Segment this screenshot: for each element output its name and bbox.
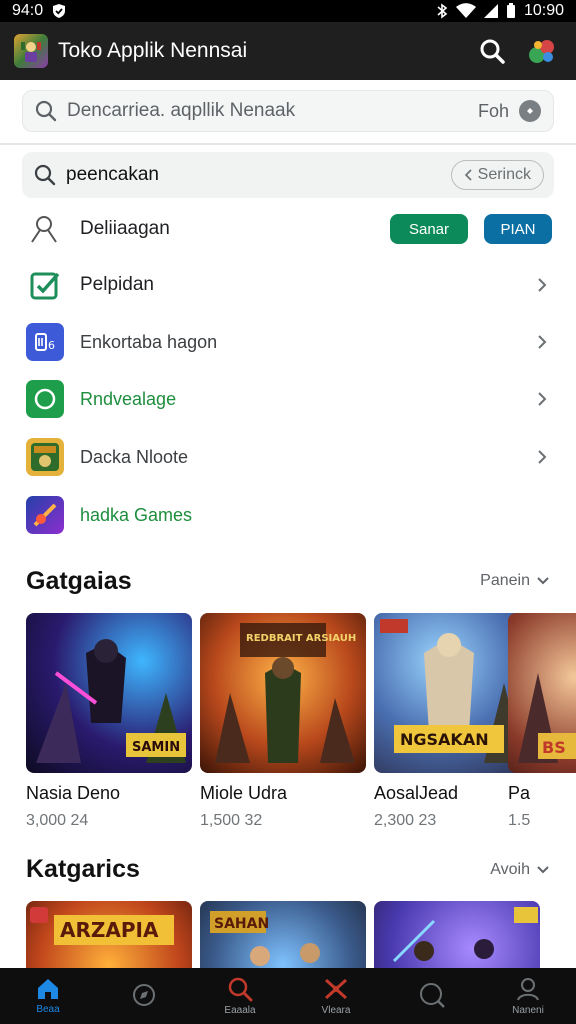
search-icon <box>35 100 57 122</box>
chevron-right-icon <box>538 392 547 406</box>
game-thumbnail: REDBRAIT ARSIAUH <box>200 613 366 773</box>
nav-explore[interactable] <box>104 982 184 1011</box>
chat-search-icon <box>420 982 445 1008</box>
list-item-rndvealage[interactable]: Rndvealage <box>26 374 552 424</box>
list-item-dacka[interactable]: Dacka Nloote <box>26 432 552 482</box>
search-icon[interactable] <box>472 31 512 71</box>
game-card[interactable]: SAHAN <box>200 901 366 968</box>
search-submit-button[interactable]: Serinck <box>450 160 544 190</box>
card-name: Miole Udra <box>200 783 288 803</box>
status-time-right: 10:90 <box>523 2 564 19</box>
pian-button[interactable]: PIAN <box>484 214 552 244</box>
game-card[interactable] <box>374 901 540 968</box>
app-logo-icon <box>14 34 48 68</box>
nav-profile[interactable]: Naneni <box>488 976 568 1016</box>
list-item-enkortaba[interactable]: 6 Enkortaba hagon <box>26 317 552 367</box>
card-banner-text: SAMIN <box>132 740 180 755</box>
section-title: Gatgaias <box>26 567 132 595</box>
status-bar: 94:0 10:90 <box>0 0 576 22</box>
app-bar: Toko Applik Nennsai <box>0 22 576 80</box>
document-icon: 6 <box>26 323 64 361</box>
search-query-field[interactable]: peencakan Serinck <box>22 152 554 198</box>
profile-icon <box>517 978 539 1001</box>
section-title: Katgarics <box>26 855 140 883</box>
svg-text:6: 6 <box>48 339 55 352</box>
bottom-nav: Beaa Eaaala Vleara Naneni <box>0 968 576 1024</box>
section-more-label: Avoih <box>490 861 530 878</box>
search-query-value[interactable]: peencakan <box>66 164 451 186</box>
search-person-icon <box>26 210 64 248</box>
chevron-right-icon <box>538 450 547 464</box>
status-time-left: 94:0 <box>12 2 44 19</box>
card-meta: 1.5 <box>508 812 531 829</box>
clear-icon[interactable] <box>519 100 541 122</box>
card-banner-text: BS <box>542 738 566 757</box>
game-thumb-icon <box>26 496 64 534</box>
search-input[interactable]: Dencarriea. aqpllik Nenaak <box>67 100 478 122</box>
chevron-right-icon <box>538 278 547 292</box>
sanar-button[interactable]: Sanar <box>390 214 468 244</box>
game-card[interactable]: REDBRAIT ARSIAUH Miole Udra 1,500 32 <box>200 613 366 830</box>
nav-games[interactable]: Vleara <box>296 976 376 1016</box>
card-meta: 3,000 24 <box>26 812 89 829</box>
game-card[interactable]: SAMIN Nasia Deno 3,000 24 <box>26 613 192 830</box>
game-thumbnail <box>374 901 540 968</box>
card-banner-text: ARZAPIA <box>60 918 159 942</box>
shield-check-icon <box>53 4 66 18</box>
home-icon <box>38 979 58 999</box>
card-banner-text: REDBRAIT ARSIAUH <box>246 633 356 644</box>
list-item-label: hadka Games <box>80 504 193 525</box>
divider <box>0 143 576 145</box>
search-submit-label: Serinck <box>477 166 531 183</box>
nav-label: Beaa <box>36 1004 60 1015</box>
nav-home[interactable]: Beaa <box>8 977 88 1015</box>
app-title: Toko Applik Nennsai <box>58 39 248 62</box>
chevron-down-icon <box>537 866 549 874</box>
nav-search[interactable]: Eaaala <box>200 976 280 1016</box>
section-more-link[interactable]: Panein <box>480 572 550 590</box>
list-item-hadka-games[interactable]: hadka Games <box>26 490 552 540</box>
game-card[interactable]: BS Pa 1.5 <box>508 613 576 830</box>
list-item-pelpidan[interactable]: Pelpidan <box>26 260 552 310</box>
nav-label: Vleara <box>321 1005 351 1016</box>
list-item-label: Enkortaba hagon <box>80 331 218 352</box>
search-icon <box>228 977 253 1002</box>
games-icon <box>324 978 348 1000</box>
search-icon <box>34 164 56 186</box>
search-bar[interactable]: Dencarriea. aqpllik Nenaak Foh <box>22 90 554 132</box>
card-banner-text: NGSAKAN <box>400 730 489 749</box>
card-name: Pa <box>508 783 531 803</box>
section-more-link[interactable]: Avoih <box>490 861 550 879</box>
list-item-label: Deliiaagan <box>80 218 170 239</box>
card-banner-text: SAHAN <box>214 916 269 932</box>
list-item-label: Pelpidan <box>80 274 154 295</box>
edit-check-icon <box>26 266 64 304</box>
game-thumbnail: SAMIN <box>26 613 192 773</box>
nav-label: Naneni <box>512 1005 544 1016</box>
compass-icon <box>133 983 155 1006</box>
circle-icon <box>26 380 64 418</box>
section-more-label: Panein <box>480 572 530 589</box>
chevron-left-icon <box>464 169 472 181</box>
nav-chat[interactable] <box>392 981 472 1012</box>
search-filter-label[interactable]: Foh <box>478 101 509 122</box>
list-item-deliiaagan[interactable]: Deliiaagan Sanar PIAN <box>26 204 552 254</box>
game-thumbnail: BS <box>508 613 576 773</box>
bluetooth-icon <box>437 3 448 19</box>
list-item-label: Rndvealage <box>80 388 177 409</box>
list-item-label: Dacka Nloote <box>80 446 189 467</box>
game-thumb-icon <box>26 438 64 476</box>
nav-label: Eaaala <box>224 1005 256 1016</box>
game-thumbnail: SAHAN <box>200 901 366 968</box>
game-thumbnail: ARZAPIA <box>26 901 192 968</box>
chevron-down-icon <box>537 577 549 585</box>
card-name: Nasia Deno <box>26 783 121 803</box>
card-meta: 1,500 32 <box>200 812 263 829</box>
signal-icon <box>483 4 498 18</box>
account-games-icon[interactable] <box>522 31 562 71</box>
battery-icon <box>506 3 515 18</box>
game-card[interactable]: ARZAPIA <box>26 901 192 968</box>
wifi-icon <box>455 3 476 18</box>
chevron-right-icon <box>538 335 547 349</box>
